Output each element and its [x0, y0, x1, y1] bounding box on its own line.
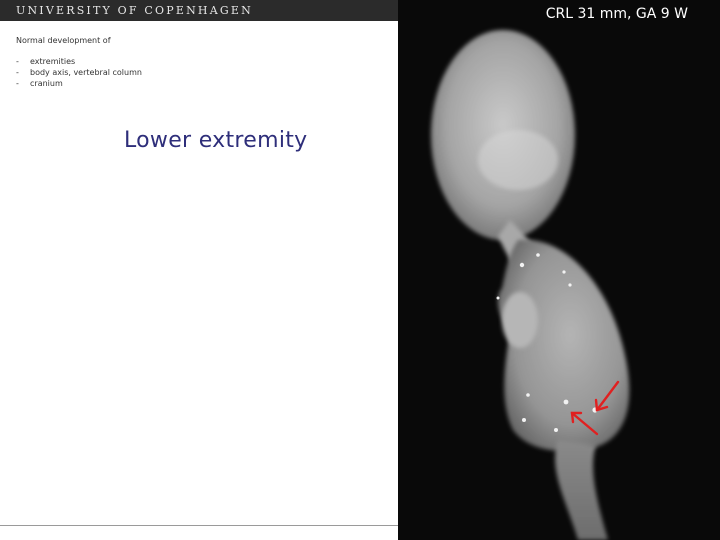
fetal-xray-image: CRL 31 mm, GA 9 W	[398, 0, 720, 540]
list-item-label: cranium	[30, 79, 63, 88]
list-bullet: -	[16, 79, 19, 88]
ossification-point	[522, 418, 526, 422]
ossification-point	[496, 296, 500, 300]
umbilical-cord	[555, 440, 608, 540]
university-name: UNIVERSITY OF COPENHAGEN	[16, 4, 253, 17]
topic-list: - extremities - body axis, vertebral col…	[16, 56, 142, 89]
xray-drawing	[431, 30, 630, 540]
list-item-label: body axis, vertebral column	[30, 68, 142, 77]
ossification-point	[554, 428, 558, 432]
image-caption: CRL 31 mm, GA 9 W	[545, 6, 688, 22]
list-bullet: -	[16, 68, 19, 77]
ossification-point	[563, 399, 569, 405]
ossification-point	[562, 270, 566, 274]
list-bullet: -	[16, 57, 19, 66]
list-item: - cranium	[16, 78, 142, 89]
footer-divider	[0, 525, 398, 526]
ossification-point	[526, 393, 530, 397]
ossification-point	[519, 262, 525, 268]
list-item-label: extremities	[30, 57, 76, 66]
ossification-point	[568, 283, 572, 287]
cranial-highlight	[478, 130, 558, 190]
list-item: - extremities	[16, 56, 142, 67]
ossification-point	[536, 253, 540, 257]
list-item: - body axis, vertebral column	[16, 67, 142, 78]
section-title: Lower extremity	[124, 128, 308, 153]
header-bar: UNIVERSITY OF COPENHAGEN	[0, 0, 398, 21]
upper-limb	[502, 292, 538, 348]
lecture-subtitle: Normal development of	[16, 36, 111, 45]
